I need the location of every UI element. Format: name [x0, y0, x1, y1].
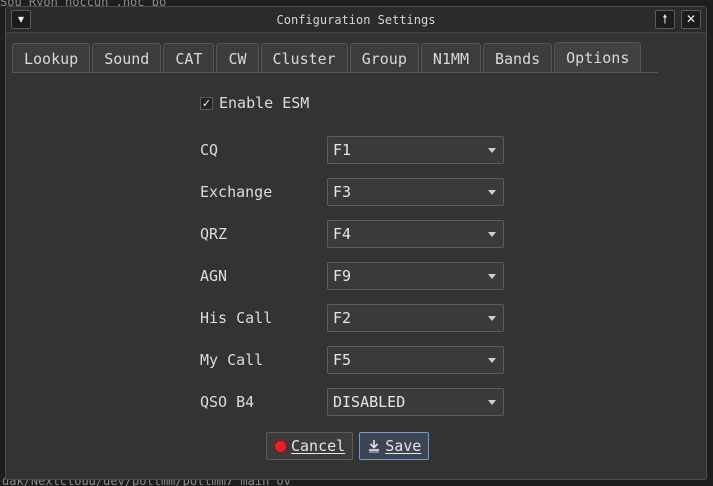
- qso-b4-select[interactable]: DISABLED: [327, 388, 504, 416]
- chevron-down-icon: [488, 400, 496, 405]
- enable-esm-label: Enable ESM: [219, 94, 310, 112]
- qrz-label: QRZ: [200, 225, 228, 243]
- tab-options[interactable]: Options: [554, 42, 642, 73]
- exchange-label: Exchange: [200, 183, 273, 201]
- qrz-select-value: F4: [333, 225, 352, 243]
- his-call-label: His Call: [200, 309, 273, 327]
- qso-b4-select-value: DISABLED: [333, 393, 406, 411]
- enable-esm-option[interactable]: ✓ Enable ESM: [200, 93, 309, 113]
- cancel-icon: [274, 439, 287, 453]
- tab-cluster[interactable]: Cluster: [260, 43, 348, 73]
- close-button[interactable]: ✕: [681, 10, 701, 29]
- download-icon: [369, 440, 380, 453]
- qrz-row: QRZ F4: [200, 220, 510, 248]
- agn-select[interactable]: F9: [327, 262, 504, 290]
- cq-label: CQ: [200, 141, 219, 159]
- dialog-buttons: Cancel Save: [266, 432, 435, 460]
- chevron-down-icon: [488, 274, 496, 279]
- save-button[interactable]: Save: [359, 432, 430, 460]
- chevron-down-icon: [488, 358, 496, 363]
- his-call-row: His Call F2: [200, 304, 510, 332]
- my-call-select[interactable]: F5: [327, 346, 504, 374]
- enable-esm-checkbox[interactable]: ✓: [200, 96, 213, 110]
- my-call-row: My Call F5: [200, 346, 510, 374]
- agn-label: AGN: [200, 267, 228, 285]
- cq-row: CQ F1: [200, 136, 510, 164]
- titlebar: ▾ Configuration Settings 🠕 ✕: [6, 7, 706, 33]
- cancel-button[interactable]: Cancel: [266, 432, 354, 460]
- my-call-label: My Call: [200, 351, 264, 369]
- tab-group[interactable]: Group: [349, 43, 419, 73]
- agn-row: AGN F9: [200, 262, 510, 290]
- my-call-select-value: F5: [333, 351, 352, 369]
- tab-lookup[interactable]: Lookup: [12, 43, 91, 73]
- tab-bands[interactable]: Bands: [483, 43, 553, 73]
- tab-divider: [12, 72, 658, 73]
- chevron-down-icon: [488, 148, 496, 153]
- cancel-button-label: Cancel: [291, 437, 346, 455]
- tab-n1mm[interactable]: N1MM: [420, 43, 481, 73]
- exchange-select[interactable]: F3: [327, 178, 504, 206]
- agn-select-value: F9: [333, 267, 352, 285]
- keep-above-button[interactable]: 🠕: [655, 10, 675, 29]
- save-button-label: Save: [385, 437, 422, 455]
- window-title: Configuration Settings: [276, 13, 436, 27]
- qrz-select[interactable]: F4: [327, 220, 504, 248]
- cq-select-value: F1: [333, 141, 352, 159]
- tab-bar: Lookup Sound CAT CW Cluster Group N1MM B…: [12, 42, 643, 73]
- exchange-row: Exchange F3: [200, 178, 510, 206]
- his-call-select-value: F2: [333, 309, 352, 327]
- cq-select[interactable]: F1: [327, 136, 504, 164]
- qso-b4-label: QSO B4: [200, 393, 255, 411]
- close-icon: ✕: [685, 12, 697, 26]
- his-call-select[interactable]: F2: [327, 304, 504, 332]
- chevron-down-icon: [488, 316, 496, 321]
- tab-cat[interactable]: CAT: [163, 43, 215, 73]
- tab-sound[interactable]: Sound: [92, 43, 162, 73]
- arrow-up-icon: 🠕: [662, 12, 668, 26]
- chevron-down-icon: [488, 232, 496, 237]
- exchange-select-value: F3: [333, 183, 352, 201]
- qso-b4-row: QSO B4 DISABLED: [200, 388, 510, 416]
- chevron-down-icon: [488, 190, 496, 195]
- tab-cw[interactable]: CW: [216, 43, 259, 73]
